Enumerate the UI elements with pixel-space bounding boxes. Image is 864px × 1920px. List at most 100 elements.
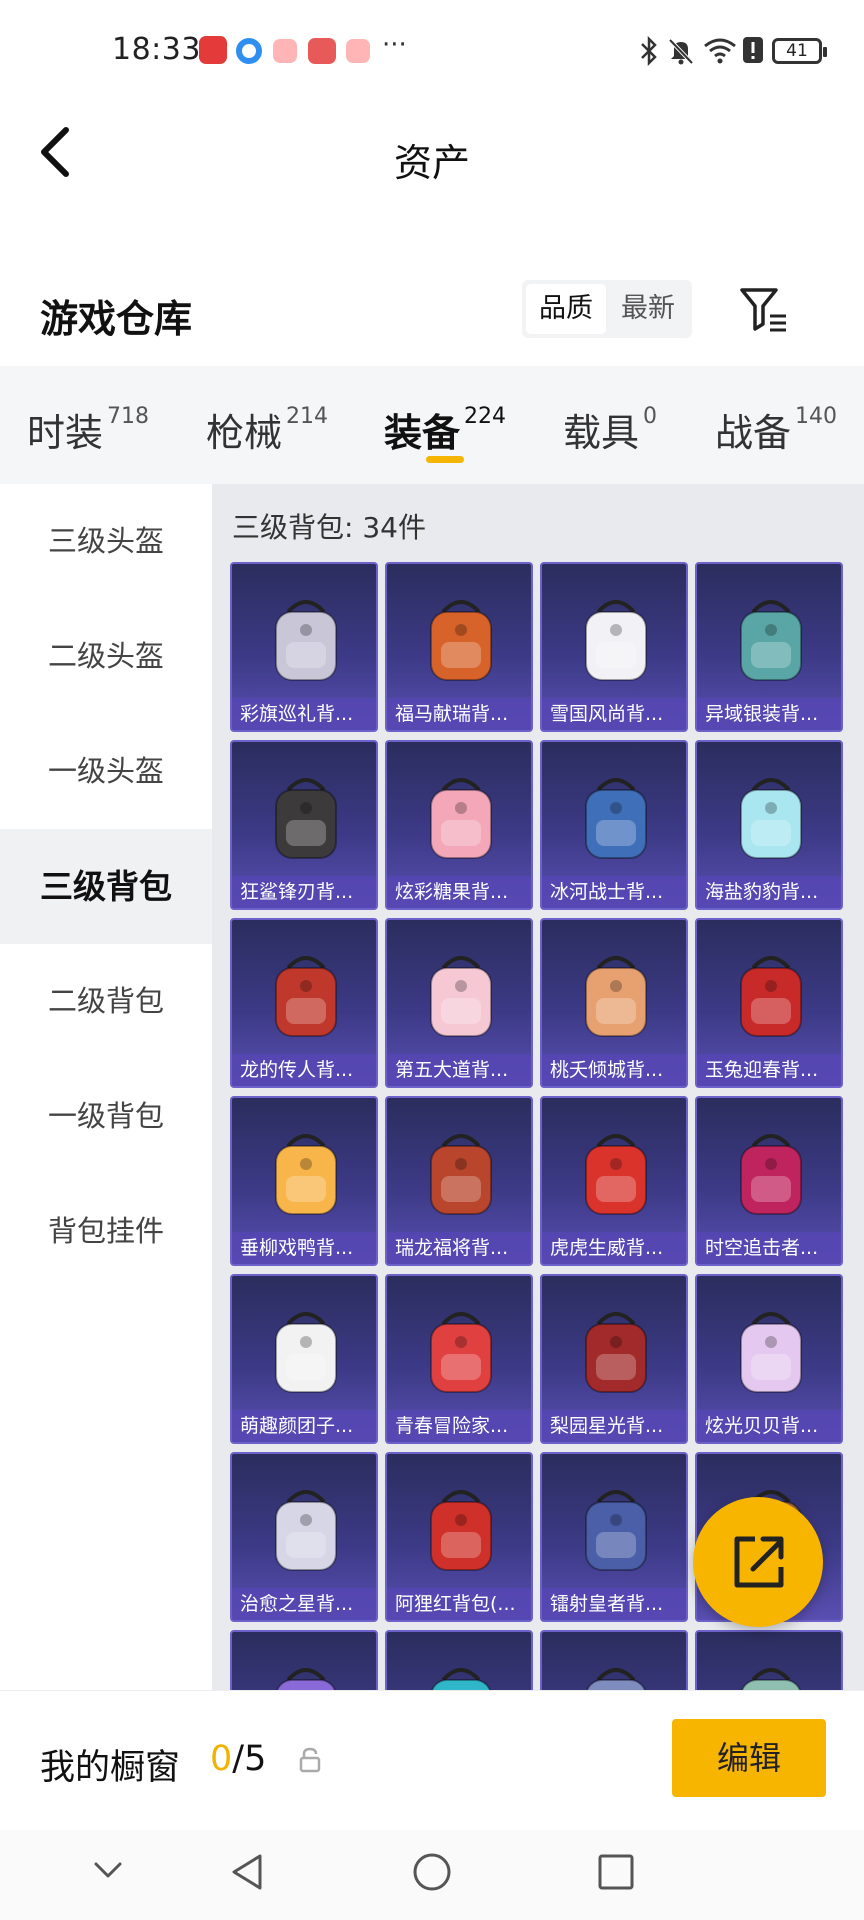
backpack-icon [740,600,802,681]
tiktok-notification-icon [346,39,370,63]
item-card[interactable]: 玉兔迎春背... [695,918,843,1088]
item-card-label: 玉兔迎春背... [697,1054,841,1086]
item-card[interactable]: 异域银装背... [695,562,843,732]
top-header: 资产 [0,100,864,210]
item-card-label: 第五大道背... [387,1054,531,1086]
backpack-icon [275,1134,337,1215]
item-card[interactable] [230,1630,378,1690]
back-triangle-icon[interactable] [226,1850,270,1894]
item-card-label: 时空追击者... [697,1232,841,1264]
item-card-label: 雪国风尚背... [542,698,686,730]
app-notification-icon [308,38,336,64]
item-card[interactable]: 虎虎生威背... [540,1096,688,1266]
item-card[interactable]: 镭射皇者背... [540,1452,688,1622]
page-title: 资产 [393,141,470,185]
chevron-down-icon[interactable] [88,1850,128,1890]
item-card[interactable]: 炫彩糖果背... [385,740,533,910]
share-icon [734,1536,784,1588]
backpack-icon [430,1490,492,1571]
filter-icon[interactable] [738,284,790,336]
tab-count: 224 [464,404,507,429]
sidebar-item-helmet-lv2[interactable]: 二级头盔 [0,599,212,714]
sidebar-item-backpack-pendant[interactable]: 背包挂件 [0,1174,212,1289]
active-tab-indicator [426,456,464,463]
item-card[interactable]: 龙的传人背... [230,918,378,1088]
sort-newest-button[interactable]: 最新 [608,284,688,334]
sidebar-item-backpack-lv1[interactable]: 一级背包 [0,1059,212,1174]
status-time: 18:33 [112,32,201,67]
tab-label: 载具 [563,411,640,455]
edit-button[interactable]: 编辑 [672,1719,826,1797]
tab-label: 战备 [715,411,792,455]
item-card[interactable]: 垂柳戏鸭背... [230,1096,378,1266]
more-notifications-icon: ··· [382,30,407,60]
tab-label: 装备 [384,411,461,455]
item-card-label: 瑞龙福将背... [387,1232,531,1264]
item-card[interactable]: 彩旗巡礼背... [230,562,378,732]
backpack-icon [740,1134,802,1215]
item-card-label: 治愈之星背... [232,1588,376,1620]
lock-icon [299,1747,321,1773]
tab-label: 时装 [27,411,104,455]
showcase-count: 0/5 [210,1739,266,1779]
sidebar-item-backpack-lv2[interactable]: 二级背包 [0,944,212,1059]
alert-icon [743,37,763,63]
item-card[interactable] [695,1630,843,1690]
tab-equipment[interactable]: 装备 224 [384,402,506,457]
tab-guns[interactable]: 枪械 214 [206,402,328,457]
subcategory-sidebar: 三级头盔 二级头盔 一级头盔 三级背包 二级背包 一级背包 背包挂件 [0,484,212,1690]
tab-vehicles[interactable]: 载具 0 [563,402,657,457]
item-card[interactable]: 雪国风尚背... [540,562,688,732]
backpack-icon [585,956,647,1037]
item-card[interactable]: 时空追击者... [695,1096,843,1266]
item-card-label: 萌趣颜团子... [232,1410,376,1442]
share-button[interactable] [693,1497,823,1627]
backpack-icon [741,1668,801,1690]
backpack-icon [740,956,802,1037]
backpack-icon [275,1490,337,1571]
tab-count: 0 [643,404,658,429]
backpack-icon [586,1668,646,1690]
tab-count: 140 [795,404,838,429]
app-notification-icon [236,38,262,64]
item-card[interactable]: 冰河战士背... [540,740,688,910]
item-card-label: 炫彩糖果背... [387,876,531,908]
item-card[interactable]: 治愈之星背... [230,1452,378,1622]
item-card-label: 龙的传人背... [232,1054,376,1086]
item-card[interactable]: 青春冒险家... [385,1274,533,1444]
item-card[interactable]: 阿狸红背包(... [385,1452,533,1622]
item-card[interactable]: 狂鲨锋刃背... [230,740,378,910]
tab-combat-gear[interactable]: 战备 140 [715,402,837,457]
item-card-label: 彩旗巡礼背... [232,698,376,730]
item-card[interactable] [540,1630,688,1690]
sidebar-item-helmet-lv1[interactable]: 一级头盔 [0,714,212,829]
item-card[interactable]: 第五大道背... [385,918,533,1088]
home-circle-icon[interactable] [410,1850,454,1894]
sidebar-item-backpack-lv3[interactable]: 三级背包 [0,829,212,944]
backpack-icon [431,1668,491,1690]
item-card[interactable] [385,1630,533,1690]
backpack-icon [585,1134,647,1215]
recents-square-icon[interactable] [594,1850,638,1894]
backpack-icon [430,956,492,1037]
backpack-icon [430,1312,492,1393]
item-card[interactable]: 瑞龙福将背... [385,1096,533,1266]
item-card[interactable]: 福马献瑞背... [385,562,533,732]
item-card-label: 阿狸红背包(... [387,1588,531,1620]
item-card-label: 炫光贝贝背... [697,1410,841,1442]
item-card[interactable]: 海盐豹豹背... [695,740,843,910]
app-notification-icon [199,36,227,64]
item-card[interactable]: 炫光贝贝背... [695,1274,843,1444]
system-nav-bar [0,1830,864,1920]
category-tabs: 时装 718 枪械 214 装备 224 载具 0 战备 140 [0,366,864,484]
bluetooth-icon [641,36,657,66]
backpack-icon [275,1312,337,1393]
backpack-icon [430,778,492,859]
sort-quality-button[interactable]: 品质 [526,284,606,334]
item-card[interactable]: 萌趣颜团子... [230,1274,378,1444]
sidebar-item-helmet-lv3[interactable]: 三级头盔 [0,484,212,599]
item-card-label: 异域银装背... [697,698,841,730]
item-card[interactable]: 桃夭倾城背... [540,918,688,1088]
tab-fashion[interactable]: 时装 718 [27,402,149,457]
item-card[interactable]: 梨园星光背... [540,1274,688,1444]
